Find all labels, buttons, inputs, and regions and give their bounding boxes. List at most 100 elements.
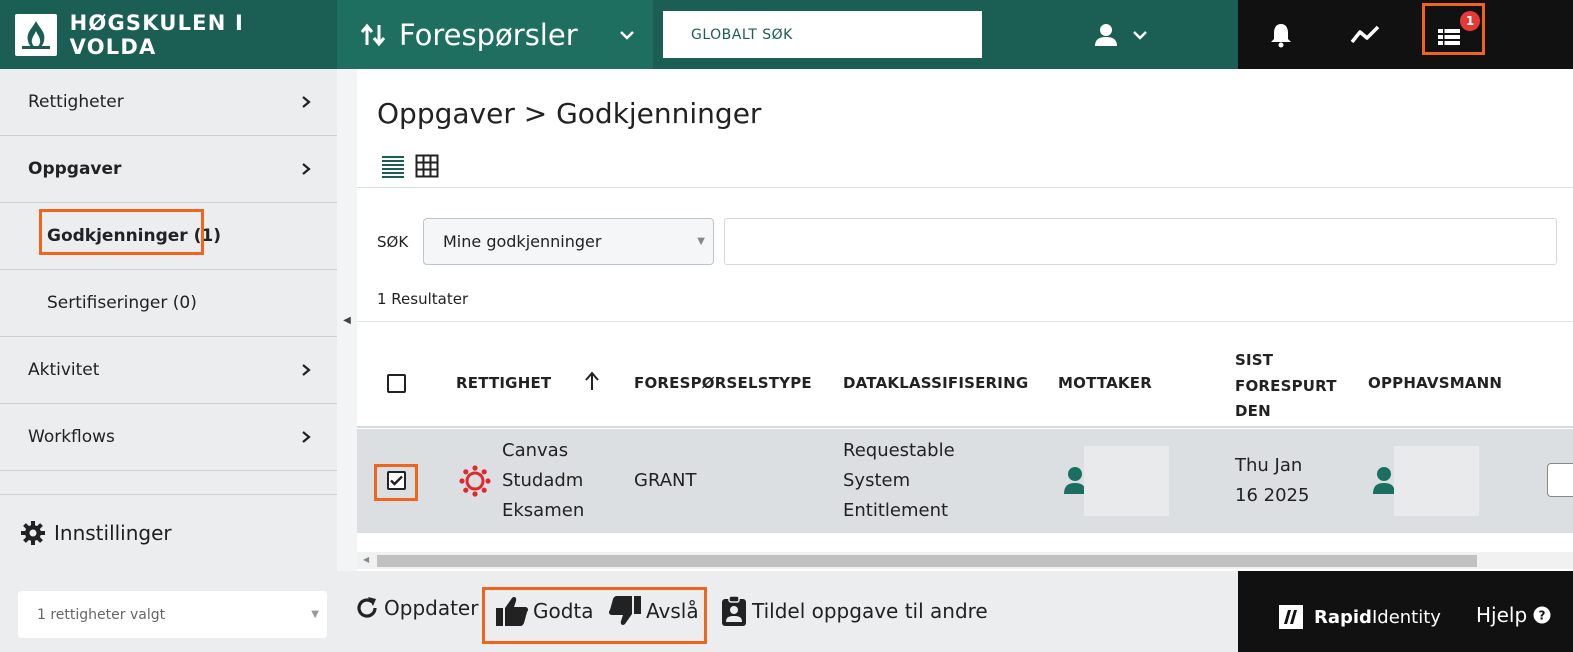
row-details-button[interactable] <box>1547 463 1573 497</box>
sidebar-item-sertifiseringer[interactable]: Sertifiseringer (0) <box>0 270 337 337</box>
page-title: Oppgaver > Godkjenninger <box>377 97 762 130</box>
gear-icon <box>21 521 45 545</box>
footer-brand: RapidIdentity Hjelp ? <box>1238 571 1573 652</box>
cell-line: 16 2025 <box>1235 485 1310 506</box>
redacted-name[interactable] <box>1394 446 1479 516</box>
canvas-app-icon <box>459 465 491 497</box>
sidebar-item-workflows[interactable]: Workflows <box>0 404 337 471</box>
cell-line: Studadm <box>502 470 584 491</box>
module-switcher[interactable]: Forespørsler <box>337 0 653 69</box>
settings-link[interactable]: Innstillinger <box>0 494 337 571</box>
dropdown-arrow-icon: ▼ <box>697 236 705 247</box>
assign-task-label: Tildel oppgave til andre <box>752 599 988 623</box>
list-view-icon[interactable] <box>381 154 405 178</box>
search-input[interactable] <box>724 218 1557 265</box>
cell-date: Thu Jan 16 2025 <box>1235 451 1309 511</box>
toolbar-right: 1 <box>1238 0 1573 69</box>
results-count: 1 Resultater <box>377 290 469 308</box>
rapididentity-logo: RapidIdentity <box>1278 604 1441 630</box>
notifications-button[interactable] <box>1266 0 1296 69</box>
table-header: RETTIGHET FORESPØRSELSTYPE DATAKLASSIFIS… <box>357 331 1573 428</box>
column-header-opphavsmann[interactable]: OPPHAVSMANN <box>1368 374 1502 392</box>
sidebar-item-rettigheter[interactable]: Rettigheter <box>0 69 337 136</box>
cell-line: Eksamen <box>502 500 585 521</box>
cell-rettighet: Canvas Studadm Eksamen <box>502 436 584 526</box>
divider <box>357 321 1573 322</box>
scroll-left-icon[interactable]: ◀ <box>363 555 369 564</box>
activity-button[interactable] <box>1348 0 1382 69</box>
brand-name: HØGSKULEN I VOLDA <box>69 10 245 59</box>
top-bar: HØGSKULEN I VOLDA Forespørsler GLOBALT S… <box>0 0 1573 69</box>
help-link[interactable]: Hjelp ? <box>1476 603 1551 627</box>
dropdown-arrow-icon: ▼ <box>311 609 319 620</box>
column-header-sist-forespurt[interactable]: SIST FORESPURT DEN <box>1235 348 1337 425</box>
sidebar-item-label: Rettigheter <box>28 92 124 112</box>
help-label: Hjelp <box>1476 603 1528 627</box>
assign-task-button[interactable]: Tildel oppgave til andre <box>720 595 988 627</box>
cell-dataklassifisering: Requestable System Entitlement <box>843 436 955 526</box>
column-header-rettighet[interactable]: RETTIGHET <box>456 374 551 392</box>
user-icon <box>1064 467 1086 494</box>
question-circle-icon: ? <box>1533 606 1551 624</box>
main-content: Oppgaver > Godkjenninger SØK Mine godkje… <box>357 69 1573 571</box>
global-search-area: GLOBALT SØK <box>653 0 1238 69</box>
column-header-mottaker[interactable]: MOTTAKER <box>1058 374 1152 392</box>
sidebar-item-oppgaver[interactable]: Oppgaver <box>0 136 337 203</box>
select-all-checkbox[interactable] <box>387 374 406 393</box>
bulk-selection-select[interactable]: 1 rettigheter valgt ▼ <box>18 591 327 638</box>
divider <box>357 187 1573 188</box>
sidebar-item-label: Oppgaver <box>28 159 122 179</box>
header-line: SIST <box>1235 351 1274 369</box>
scrollbar-thumb[interactable] <box>377 555 1477 567</box>
trend-icon <box>1350 25 1380 43</box>
highlight-box <box>482 587 707 644</box>
search-label: SØK <box>377 233 409 251</box>
table-row[interactable]: Canvas Studadm Eksamen GRANT Requestable… <box>357 429 1573 533</box>
cell-type: GRANT <box>634 470 697 491</box>
cell-line: Entitlement <box>843 500 949 521</box>
cell-line: Requestable <box>843 440 955 461</box>
rapididentity-logo-icon <box>1279 605 1303 629</box>
sidebar-item-aktivitet[interactable]: Aktivitet <box>0 337 337 404</box>
module-name: Forespørsler <box>399 17 578 52</box>
chevron-right-icon <box>302 163 311 175</box>
bulk-selection-value: 1 rettigheter valgt <box>37 606 166 623</box>
header-line: DEN <box>1235 402 1271 420</box>
sidebar-item-label: Aktivitet <box>28 360 100 380</box>
highlight-box <box>39 209 204 255</box>
search-scope-select[interactable]: Mine godkjenninger ▼ <box>423 218 714 265</box>
view-toggle <box>381 154 439 178</box>
swap-arrows-icon <box>360 23 386 46</box>
user-icon <box>1095 23 1117 46</box>
user-menu[interactable] <box>1094 23 1148 47</box>
column-header-dataklassifisering[interactable]: DATAKLASSIFISERING <box>843 374 1028 392</box>
chevron-down-icon <box>620 30 634 40</box>
grid-view-icon[interactable] <box>415 154 439 178</box>
highlight-box <box>1422 3 1485 55</box>
chevron-right-icon <box>302 96 311 108</box>
horizontal-scrollbar[interactable]: ◀ <box>357 552 1573 569</box>
svg-text:?: ? <box>1539 609 1546 623</box>
cell-line: System <box>843 470 911 491</box>
clipboard-user-icon <box>722 595 746 626</box>
refresh-button[interactable]: Oppdater <box>354 595 478 621</box>
chevron-right-icon <box>302 364 311 376</box>
flame-logo-icon <box>15 13 57 56</box>
settings-label: Innstillinger <box>54 521 172 545</box>
brand-identity-text: Identity <box>1371 606 1441 628</box>
refresh-label: Oppdater <box>384 596 479 620</box>
cell-line: Thu Jan <box>1235 455 1303 476</box>
sidebar-collapse-handle[interactable]: ◀ <box>337 69 357 571</box>
chevron-right-icon <box>302 431 311 443</box>
column-header-foresporselstype[interactable]: FORESPØRSELSTYPE <box>634 374 812 392</box>
global-search-input[interactable]: GLOBALT SØK <box>663 11 982 58</box>
sort-arrow-up-icon[interactable] <box>583 371 601 391</box>
bell-icon <box>1271 23 1291 47</box>
header-line: FORESPURT <box>1235 376 1337 395</box>
sidebar: Rettigheter Oppgaver Godkjenninger (1) S… <box>0 69 337 571</box>
user-icon <box>1373 467 1395 494</box>
redacted-name[interactable] <box>1084 446 1169 516</box>
brand-area[interactable]: HØGSKULEN I VOLDA <box>0 0 337 69</box>
chevron-down-icon <box>1133 30 1147 40</box>
search-scope-value: Mine godkjenninger <box>443 232 602 251</box>
